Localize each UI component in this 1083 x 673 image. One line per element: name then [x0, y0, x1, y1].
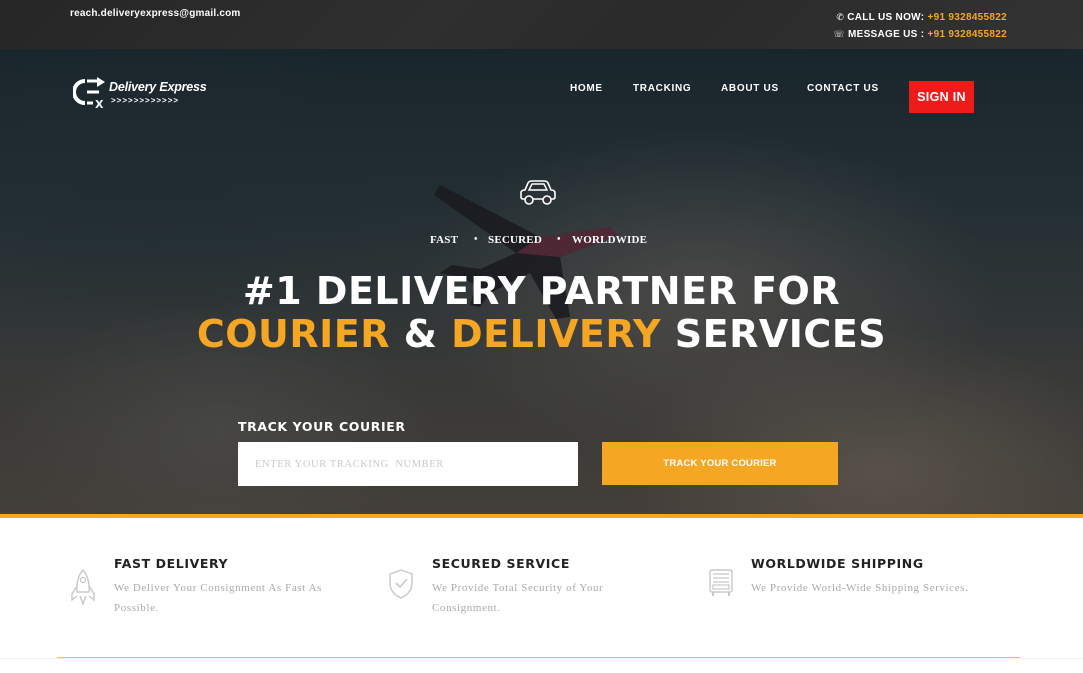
- car-icon: [520, 180, 556, 205]
- rocket-icon: [71, 568, 95, 606]
- tag-worldwide: WORLDWIDE: [572, 234, 648, 246]
- feature-description: We Provide World-Wide Shipping Services.: [751, 582, 969, 594]
- brand-name: Delivery Express: [109, 80, 207, 94]
- nav-tracking[interactable]: TRACKING: [633, 83, 691, 94]
- headline-amp: &: [390, 312, 452, 356]
- message-label: MESSAGE US :: [847, 29, 928, 40]
- headline-line2: COURIER & DELIVERY SERVICES: [0, 313, 1083, 356]
- shield-icon: [389, 569, 413, 599]
- call-line: ✆ CALL US NOW: +91 9328455822: [833, 9, 1007, 26]
- svg-text:X: X: [95, 98, 104, 109]
- tag-separator: •: [557, 234, 561, 245]
- contact-email[interactable]: reach.deliveryexpress@gmail.com: [70, 8, 240, 19]
- headline-line1: #1 DELIVERY PARTNER FOR: [242, 269, 841, 313]
- truck-icon: [709, 569, 733, 596]
- brand-logo[interactable]: X Delivery Express >>>>>>>>>>>>: [73, 77, 213, 111]
- tag-fast: FAST: [430, 234, 459, 246]
- next-section-edge: [0, 658, 1083, 673]
- message-number[interactable]: +91 9328455822: [927, 29, 1007, 40]
- hero-section: X Delivery Express >>>>>>>>>>>> HOME TRA…: [0, 49, 1083, 515]
- hero-bottom-accent: [0, 514, 1083, 518]
- tag-separator: •: [474, 234, 478, 245]
- whatsapp-icon: ☏: [833, 29, 845, 39]
- brand-arrows: >>>>>>>>>>>>: [111, 96, 180, 105]
- nav-home[interactable]: HOME: [570, 83, 603, 94]
- feature-title: FAST DELIVERY: [114, 556, 229, 571]
- tag-secured: SECURED: [488, 234, 542, 246]
- nav-contact-us[interactable]: CONTACT US: [807, 83, 879, 94]
- phone-icon: ✆: [836, 12, 845, 22]
- headline-courier: COURIER: [196, 312, 391, 356]
- call-number[interactable]: +91 9328455822: [927, 12, 1007, 23]
- feature-description: We Provide Total Security of Your Consig…: [432, 582, 604, 614]
- sign-in-button[interactable]: SIGN IN: [909, 81, 974, 113]
- headline-delivery: DELIVERY: [451, 312, 662, 356]
- nav-about-us[interactable]: ABOUT US: [721, 83, 779, 94]
- feature-title: WORLDWIDE SHIPPING: [751, 556, 924, 571]
- feature-title: SECURED SERVICE: [432, 556, 570, 571]
- feature-description: We Deliver Your Consignment As Fast As P…: [114, 582, 323, 614]
- track-label: TRACK YOUR COURIER: [238, 419, 406, 434]
- logo-mark-icon: X: [73, 77, 105, 109]
- track-courier-button[interactable]: TRACK YOUR COURIER: [602, 442, 838, 485]
- contact-phones: ✆ CALL US NOW: +91 9328455822 ☏ MESSAGE US…: [833, 9, 1007, 43]
- message-line: ☏ MESSAGE US : +91 9328455822: [833, 26, 1007, 43]
- hero-headline: #1 DELIVERY PARTNER FOR COURIER & DELIVE…: [0, 270, 1083, 356]
- headline-services: SERVICES: [661, 312, 887, 356]
- call-label: CALL US NOW:: [847, 12, 928, 23]
- top-contact-bar: reach.deliveryexpress@gmail.com ✆ CALL US…: [0, 0, 1083, 49]
- tracking-number-input[interactable]: [238, 442, 578, 486]
